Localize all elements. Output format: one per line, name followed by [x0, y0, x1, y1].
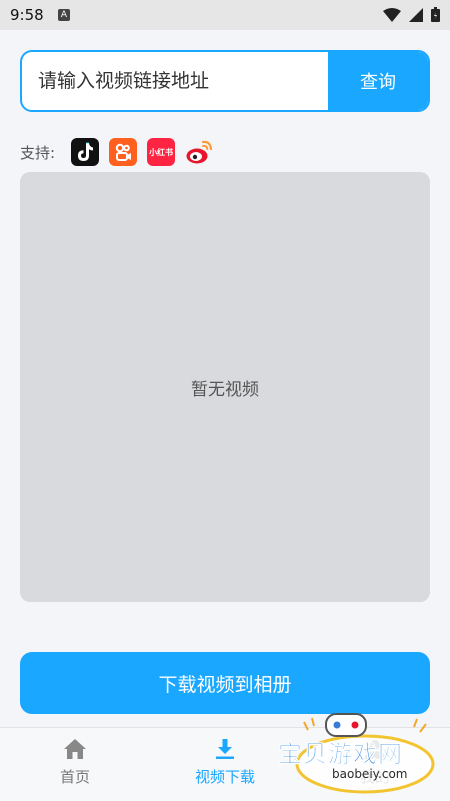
nav-label-home: 首页: [59, 768, 90, 786]
kuaishou-icon: [109, 138, 138, 166]
signal-icon: [409, 7, 423, 22]
nav-item-profile[interactable]: 我的: [315, 738, 435, 787]
download-to-album-button[interactable]: 下载视频到相册: [20, 652, 430, 714]
video-url-input[interactable]: [22, 52, 328, 110]
supported-platforms: 支持: 小红书: [20, 136, 223, 168]
xiaohongshu-icon: 小红书: [147, 138, 176, 166]
query-button[interactable]: 查询: [328, 52, 428, 110]
nav-label-profile: 我的: [359, 768, 390, 786]
nav-item-home[interactable]: 首页: [15, 738, 135, 787]
support-label: 支持:: [20, 143, 56, 162]
weibo-icon: [185, 138, 213, 166]
search-bar: 查询: [20, 50, 430, 112]
tiktok-icon: [71, 138, 100, 166]
status-bar: 9:58 A: [0, 0, 450, 30]
status-icons: [383, 7, 440, 22]
no-video-text: 暂无视频: [191, 379, 259, 400]
nav-item-download[interactable]: 视频下载: [165, 738, 285, 787]
xiaohongshu-text: 小红书: [149, 147, 174, 157]
download-icon: [216, 739, 234, 759]
home-icon: [64, 739, 86, 759]
battery-icon: [431, 7, 440, 22]
profile-icon: [365, 740, 385, 759]
status-time: 9:58: [10, 6, 44, 24]
nav-label-download: 视频下载: [194, 768, 255, 786]
bottom-nav: 首页 视频下载 我的: [0, 727, 450, 801]
wifi-icon: [383, 7, 401, 22]
video-preview: 暂无视频: [20, 172, 430, 602]
notification-a-icon: A: [58, 9, 70, 21]
